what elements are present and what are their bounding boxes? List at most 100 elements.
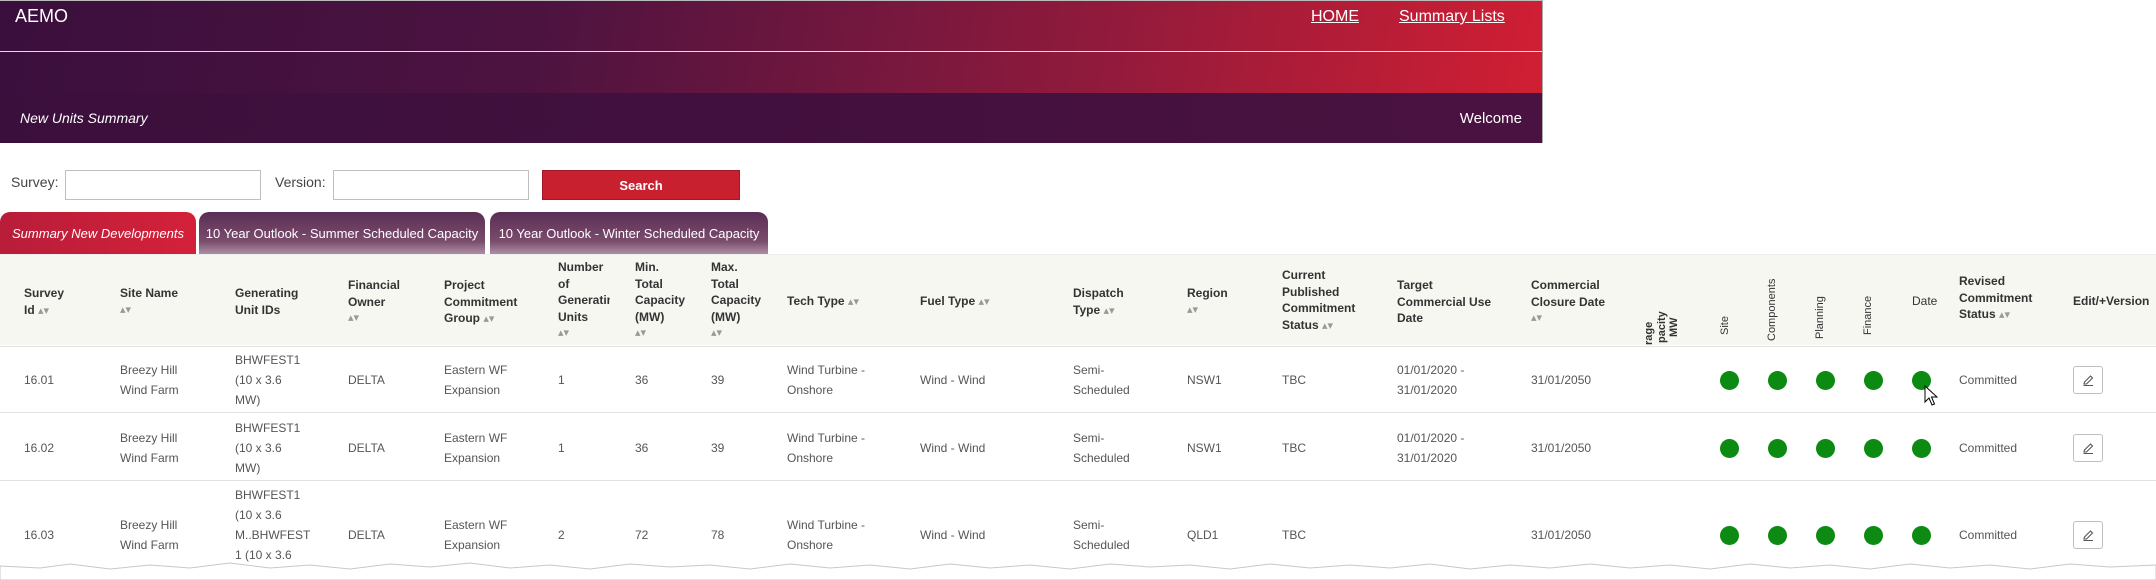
col-tech-type[interactable]: Tech Type ▴▾ <box>787 293 859 311</box>
table-header: Survey Id ▴▾ Site Name ▴▾ Generating Uni… <box>0 254 2156 345</box>
col-finance: Finance <box>1862 295 1874 335</box>
cell-target-date: 01/01/2020 -31/01/2020 <box>1397 431 1465 465</box>
status-dot-finance <box>1864 526 1883 545</box>
cell-dispatch: Semi- Scheduled <box>1073 518 1130 552</box>
cell-tech: Wind Turbine - Onshore <box>787 363 866 397</box>
page-title: New Units Summary <box>20 110 148 126</box>
cell-owner: DELTA <box>348 441 385 455</box>
col-project-commitment-group[interactable]: Project Commitment Group ▴▾ <box>444 277 517 328</box>
tab-summer-scheduled-capacity[interactable]: 10 Year Outlook - Summer Scheduled Capac… <box>199 212 485 254</box>
cell-region: NSW1 <box>1187 373 1222 387</box>
cell-fuel: Wind - Wind <box>920 528 986 542</box>
cell-closure-date: 31/01/2050 <box>1531 528 1592 542</box>
col-number-of-units[interactable]: Number of Generating Units ▴▾ <box>558 259 610 342</box>
col-closure-date[interactable]: Commercial Closure Date ▴▾ <box>1531 277 1605 327</box>
status-dot-planning <box>1816 439 1835 458</box>
col-planning: Planning <box>1814 296 1826 339</box>
cell-min: 36 <box>635 441 649 455</box>
sort-arrows-icon[interactable]: ▴▾ <box>978 296 989 308</box>
sort-arrows-icon[interactable]: ▴▾ <box>848 296 859 308</box>
tab-winter-scheduled-capacity[interactable]: 10 Year Outlook - Winter Scheduled Capac… <box>490 212 768 254</box>
cell-dispatch: Semi- Scheduled <box>1073 363 1130 397</box>
cell-tech: Wind Turbine - Onshore <box>787 431 866 465</box>
col-survey-id[interactable]: Survey Id ▴▾ <box>24 285 64 319</box>
tab-summary-new-developments[interactable]: Summary New Developments <box>0 212 196 254</box>
col-revised-status[interactable]: Revised Commitment Status ▴▾ <box>1959 273 2032 324</box>
col-components: Components <box>1766 278 1778 341</box>
status-dot-date <box>1912 526 1931 545</box>
status-dot-site <box>1720 526 1739 545</box>
col-storage-capacity-partial-2: pacity <box>1656 311 1668 343</box>
cell-dispatch: Semi- Scheduled <box>1073 431 1130 465</box>
survey-label: Survey: <box>11 174 59 190</box>
table-row: 16.01 Breezy Hill Wind Farm BHWFEST1 (10 x… <box>0 346 2156 413</box>
cell-site-name: Breezy Hill Wind Farm <box>120 431 179 465</box>
status-dot-finance <box>1864 371 1883 390</box>
cell-closure-date: 31/01/2050 <box>1531 441 1592 455</box>
edit-button[interactable] <box>2073 366 2103 394</box>
nav-summary-lists-link[interactable]: Summary Lists <box>1399 8 1505 26</box>
sort-arrows-icon[interactable]: ▴▾ <box>1187 302 1228 319</box>
nav-home-link[interactable]: HOME <box>1311 8 1359 26</box>
cell-revised-status: Committed <box>1959 373 2018 387</box>
cell-revised-status: Committed <box>1959 441 2018 455</box>
sort-arrows-icon[interactable]: ▴▾ <box>558 325 610 342</box>
status-dot-finance <box>1864 439 1883 458</box>
sort-arrows-icon[interactable]: ▴▾ <box>1531 310 1605 327</box>
edit-button[interactable] <box>2073 521 2103 549</box>
col-min-capacity[interactable]: Min. Total Capacity (MW) ▴▾ <box>635 259 685 342</box>
sort-arrows-icon[interactable]: ▴▾ <box>38 305 49 317</box>
banner-divider <box>0 51 1542 52</box>
status-dot-planning <box>1816 371 1835 390</box>
status-dot-components <box>1768 526 1787 545</box>
welcome-text: Welcome <box>1459 110 1522 127</box>
cell-closure-date: 31/01/2050 <box>1531 373 1592 387</box>
cell-current-status: TBC <box>1282 528 1306 542</box>
table-row: 16.02 Breezy Hill Wind Farm BHWFEST1 (10 x… <box>0 412 2156 481</box>
cell-owner: DELTA <box>348 528 385 542</box>
cell-min: 36 <box>635 373 649 387</box>
sort-arrows-icon[interactable]: ▴▾ <box>483 313 494 325</box>
mouse-pointer-icon <box>1924 385 1938 406</box>
cell-current-status: TBC <box>1282 441 1306 455</box>
sort-arrows-icon[interactable]: ▴▾ <box>1322 320 1333 332</box>
sort-arrows-icon[interactable]: ▴▾ <box>711 325 761 342</box>
sort-arrows-icon[interactable]: ▴▾ <box>1999 309 2010 321</box>
col-region[interactable]: Region ▴▾ <box>1187 285 1228 318</box>
summary-table: Survey Id ▴▾ Site Name ▴▾ Generating Uni… <box>0 254 2156 580</box>
pencil-icon <box>2082 529 2093 541</box>
col-edit-version: Edit/+Version <box>2073 294 2150 308</box>
cell-group: Eastern WF Expansion <box>444 431 508 465</box>
cell-units: 1 <box>558 441 565 455</box>
cell-tech: Wind Turbine - Onshore <box>787 518 866 552</box>
cell-survey-id: 16.03 <box>24 528 55 542</box>
search-button[interactable]: Search <box>542 170 740 200</box>
cell-fuel: Wind - Wind <box>920 373 986 387</box>
cell-min: 72 <box>635 528 649 542</box>
col-storage-capacity-partial-3: MW <box>1668 317 1680 337</box>
survey-input[interactable] <box>65 170 261 200</box>
sort-arrows-icon[interactable]: ▴▾ <box>635 325 685 342</box>
status-dot-site <box>1720 371 1739 390</box>
top-nav: HOME Summary Lists <box>1311 8 1505 26</box>
cell-max: 78 <box>711 528 725 542</box>
status-dot-date <box>1912 439 1931 458</box>
version-input[interactable] <box>333 170 529 200</box>
sort-arrows-icon[interactable]: ▴▾ <box>1103 305 1114 317</box>
sort-arrows-icon[interactable]: ▴▾ <box>120 302 178 319</box>
col-fuel-type[interactable]: Fuel Type ▴▾ <box>920 293 990 311</box>
col-dispatch-type[interactable]: Dispatch Type ▴▾ <box>1073 285 1124 319</box>
cell-survey-id: 16.01 <box>24 373 55 387</box>
pencil-icon <box>2082 442 2093 454</box>
col-financial-owner[interactable]: Financial Owner ▴▾ <box>348 277 400 327</box>
header-banner: AEMO HOME Summary Lists New Units Summar… <box>0 0 1543 143</box>
cell-units: 1 <box>558 373 565 387</box>
col-current-status[interactable]: Current Published Commitment Status ▴▾ <box>1282 267 1355 334</box>
sort-arrows-icon[interactable]: ▴▾ <box>348 310 400 327</box>
edit-button[interactable] <box>2073 434 2103 462</box>
cell-fuel: Wind - Wind <box>920 441 986 455</box>
cell-region: NSW1 <box>1187 441 1222 455</box>
col-max-capacity[interactable]: Max. Total Capacity (MW) ▴▾ <box>711 259 761 342</box>
pencil-icon <box>2082 374 2093 386</box>
col-site-name[interactable]: Site Name ▴▾ <box>120 285 178 318</box>
